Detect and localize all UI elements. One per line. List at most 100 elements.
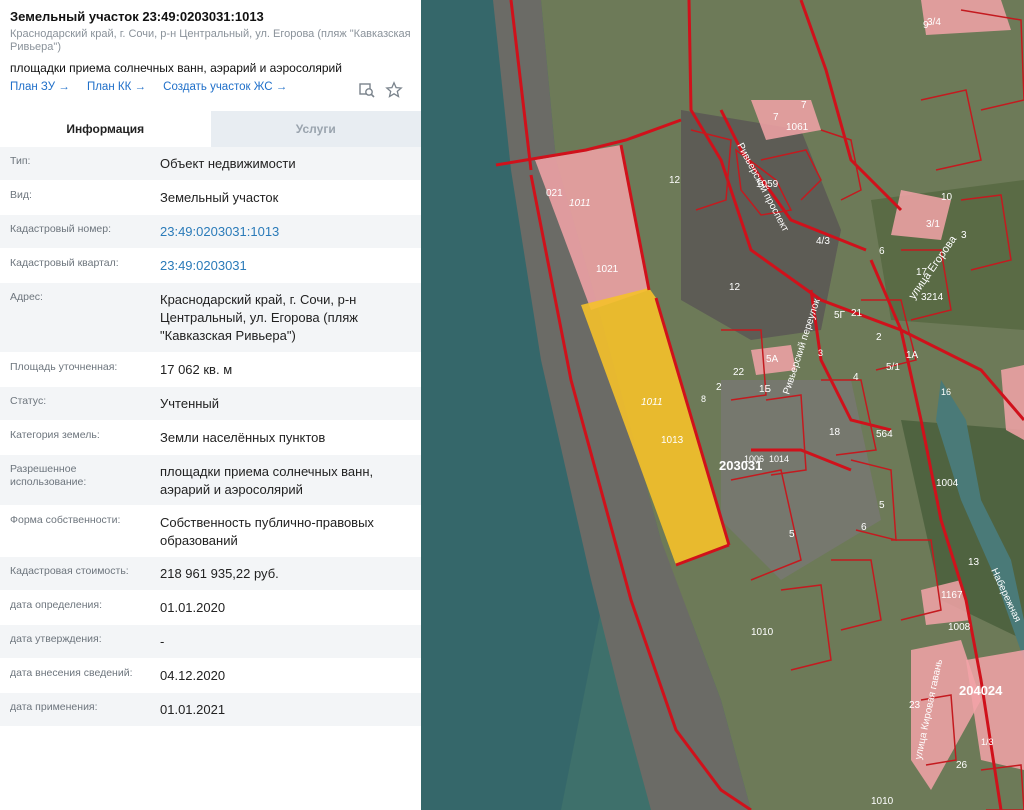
plan-zu-link[interactable]: План ЗУ → xyxy=(10,81,70,93)
row-key: Статус: xyxy=(10,395,47,407)
plan-kk-link[interactable]: План КК → xyxy=(87,81,146,93)
parcel-label: 3 xyxy=(818,348,823,358)
parcel-label: 5Г xyxy=(834,310,846,321)
row-value: 04.12.2020 xyxy=(160,668,226,683)
row-value: Краснодарский край, г. Сочи, р-н Централ… xyxy=(160,292,358,343)
row-key: Разрешенное использование: xyxy=(10,463,87,488)
quarter-label: 203031 xyxy=(719,458,762,473)
parcel-label: 13 xyxy=(968,557,980,568)
parcel-label: 1010 xyxy=(751,627,774,638)
parcel-label: 1А xyxy=(906,350,919,361)
row-value: 01.01.2020 xyxy=(160,600,226,615)
parcel-label: 26 xyxy=(956,760,968,771)
row-key: Кадастровая стоимость: xyxy=(10,565,129,577)
row-key: дата применения: xyxy=(10,701,98,713)
info-row-approval-date: дата утверждения: - xyxy=(0,625,421,659)
row-value: Земли населённых пунктов xyxy=(160,430,326,445)
parcel-label: 1010 xyxy=(871,796,894,807)
info-row-application-date: дата применения: 01.01.2021 xyxy=(0,693,421,727)
parcel-label: 1013 xyxy=(661,435,684,446)
info-row-determination-date: дата определения: 01.01.2020 xyxy=(0,591,421,625)
parcel-label: 5А xyxy=(766,354,779,365)
parcel-label: 6 xyxy=(879,246,885,257)
row-value: - xyxy=(160,634,165,649)
row-key: дата утверждения: xyxy=(10,633,102,645)
info-table: Тип: Объект недвижимости Вид: Земельный уч… xyxy=(0,147,421,727)
info-row-ownership: Форма собственности: Собственность публич… xyxy=(0,506,421,557)
parcel-label: 7 xyxy=(801,100,807,111)
info-row-cadastral-value: Кадастровая стоимость: 218 961 935,22 руб… xyxy=(0,557,421,591)
row-value: площадки приема солнечных ванн, аэрарий … xyxy=(160,464,374,497)
cadastral-number-link[interactable]: 23:49:0203031:1013 xyxy=(150,215,421,248)
row-value: Учтенный xyxy=(160,396,220,411)
row-key: Кадастровый квартал: xyxy=(10,257,119,269)
address-subtitle: Краснодарский край, г. Сочи, р-н Централ… xyxy=(10,28,411,53)
row-key: Адрес: xyxy=(10,291,43,303)
info-row-entry-date: дата внесения сведений: 04.12.2020 xyxy=(0,659,421,693)
info-row-cadastral-number: Кадастровый номер: 23:49:0203031:1013 xyxy=(0,215,421,249)
parcel-label: 3/4 xyxy=(927,17,941,28)
parcel-label: 564 xyxy=(876,429,893,440)
parcel-label: 5 xyxy=(789,529,795,540)
header-tools xyxy=(352,81,403,99)
tab-information[interactable]: Информация xyxy=(0,111,211,147)
parcel-label: 2 xyxy=(876,332,882,343)
panel-header: Земельный участок 23:49:0203031:1013 Кра… xyxy=(0,0,421,103)
parcel-label: 12 xyxy=(729,282,741,293)
search-map-icon[interactable] xyxy=(358,81,376,99)
info-panel: Земельный участок 23:49:0203031:1013 Кра… xyxy=(0,0,422,810)
row-value: 218 961 935,22 руб. xyxy=(160,566,279,581)
quarter-label: 204024 xyxy=(959,683,1003,698)
row-key: Тип: xyxy=(10,155,31,167)
parcel-label: 1/3 xyxy=(981,737,994,747)
parcel-label: 1061 xyxy=(786,122,809,133)
parcel-label: 16 xyxy=(941,387,951,397)
info-row-cadastral-quarter: Кадастровый квартал: 23:49:0203031 xyxy=(0,249,421,283)
parcel-label: 21 xyxy=(851,308,863,319)
parcel-label: 10 xyxy=(941,192,953,203)
satellite-map[interactable]: 021 1011 1021 1011 1013 1059 1061 7 12 1… xyxy=(421,0,1024,810)
parcel-label: 22 xyxy=(733,367,745,378)
action-links: План ЗУ → План КК → Создать участок ЖС → xyxy=(10,81,411,103)
parcel-label: 1008 xyxy=(948,622,971,633)
parcel-label: 7 xyxy=(773,112,779,123)
tab-bar: Информация Услуги xyxy=(0,111,421,147)
parcel-label: 3 xyxy=(961,230,967,241)
row-key: дата внесения сведений: xyxy=(10,667,133,679)
parcel-label: 4/3 xyxy=(816,236,830,247)
parcel-label: 3/1 xyxy=(926,219,940,230)
cadastral-quarter-link[interactable]: 23:49:0203031 xyxy=(150,249,421,282)
parcel-label: 12 xyxy=(669,175,681,186)
row-key: Площадь уточненная: xyxy=(10,361,118,373)
row-key: Форма собственности: xyxy=(10,514,121,526)
star-icon[interactable] xyxy=(385,81,403,99)
info-row-kind: Вид: Земельный участок xyxy=(0,181,421,215)
tab-services[interactable]: Услуги xyxy=(210,111,421,147)
row-value: 01.01.2021 xyxy=(160,702,226,717)
parcel-label: 1Б xyxy=(759,384,772,395)
parcel-label: 8 xyxy=(701,394,706,404)
row-key: Вид: xyxy=(10,189,32,201)
info-row-area: Площадь уточненная: 17 062 кв. м xyxy=(0,353,421,387)
page-title: Земельный участок 23:49:0203031:1013 xyxy=(10,9,264,24)
parcel-label: 1011 xyxy=(569,198,591,209)
parcel-label: 1004 xyxy=(936,478,959,489)
row-value: Собственность публично-правовых образова… xyxy=(160,515,374,548)
info-row-status: Статус: Учтенный xyxy=(0,387,421,421)
map-view[interactable]: 021 1011 1021 1011 1013 1059 1061 7 12 1… xyxy=(421,0,1024,810)
parcel-label: 1011 xyxy=(641,397,663,408)
parcel-label: 5/1 xyxy=(886,362,900,373)
row-value: Земельный участок xyxy=(160,190,279,205)
parcel-label: 4 xyxy=(853,372,859,383)
create-parcel-link[interactable]: Создать участок ЖС → xyxy=(163,81,287,93)
parcel-label: 021 xyxy=(546,188,563,199)
parcel-label: 6 xyxy=(861,522,867,533)
row-value: 17 062 кв. м xyxy=(160,362,233,377)
parcel-label: 5 xyxy=(879,500,885,511)
parcel-label: 1167 xyxy=(941,590,963,601)
info-row-address: Адрес: Краснодарский край, г. Сочи, р-н Ц… xyxy=(0,283,421,353)
parcel-label: 3214 xyxy=(921,292,944,303)
parcel-label: 18 xyxy=(829,427,841,438)
parcel-label: 1014 xyxy=(769,454,789,464)
row-key: Категория земель: xyxy=(10,429,100,441)
